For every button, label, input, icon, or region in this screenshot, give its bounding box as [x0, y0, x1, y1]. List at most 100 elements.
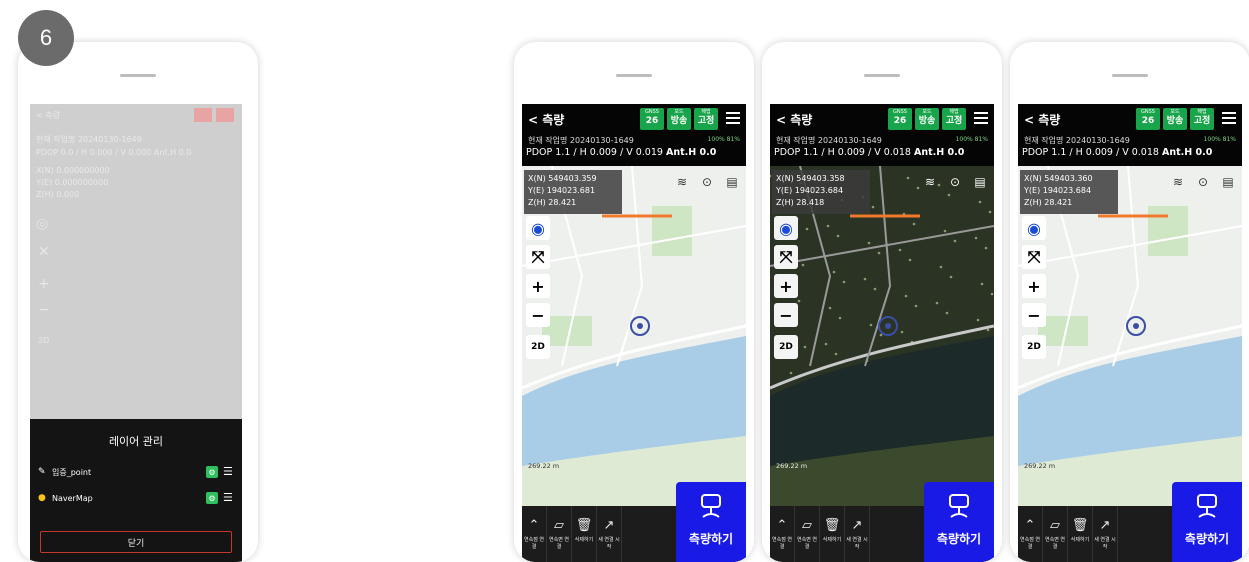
bottom-tool[interactable]: ▱ 연속면 연결 — [1043, 506, 1068, 562]
zoom-in-icon[interactable]: + — [1022, 274, 1046, 298]
bottom-tool[interactable]: ↗ 새 연결 시작 — [845, 506, 870, 562]
search-location-icon[interactable]: ⊙ — [1193, 172, 1213, 192]
top-bar: < 측량 GNSS 26 모드 방송 해법 고정 현재 작업명 20240130-1649… — [1018, 104, 1242, 166]
ghost-chip — [194, 108, 212, 122]
bottom-tool[interactable]: ⌃ 연속점 연결 — [1018, 506, 1043, 562]
expand-icon[interactable]: ⤧ — [774, 245, 798, 269]
status-chip[interactable]: GNSS 26 — [1136, 108, 1160, 130]
back-button[interactable]: < 측량 — [1024, 111, 1060, 128]
status-chip[interactable]: 해법 고정 — [694, 108, 718, 130]
screen: < 측량 GNSS 26 모드 방송 해법 고정 현재 작업명 20240130-1649… — [770, 104, 994, 562]
zoom-out-icon[interactable]: − — [526, 303, 550, 327]
status-chip[interactable]: 해법 고정 — [1190, 108, 1214, 130]
bottom-tool[interactable]: ⌃ 연속점 연결 — [522, 506, 547, 562]
line-tool-icon: 🗑 — [1071, 518, 1089, 533]
back-button[interactable]: < 측량 — [528, 111, 564, 128]
phone-measure-screen: < 측량 GNSS 26 모드 방송 해법 고정 현재 작업명 20240130-1649… — [514, 42, 754, 562]
expand-icon[interactable]: ⤧ — [1022, 245, 1046, 269]
gnss-receiver-icon — [1197, 494, 1217, 518]
status-chip[interactable]: 모드 방송 — [915, 108, 939, 130]
ghost-line: Z(H) 0.000 — [36, 190, 80, 199]
drag-handle-icon[interactable]: ☰ — [223, 492, 234, 503]
layers-icon[interactable]: ≋ — [1168, 172, 1188, 192]
layer-panel-title: 레이어 관리 — [108, 435, 164, 448]
ghost-minus-icon: − — [38, 302, 50, 318]
chip-label: 해법 — [949, 109, 959, 115]
overlay-screen: < 측량 현재 작업명 20240130-1649 PDOP 0.0 / H 0… — [30, 104, 242, 562]
map-area[interactable] — [522, 166, 746, 506]
ghost-expand-icon: ✕ — [38, 244, 50, 260]
grabber — [864, 74, 900, 77]
chip-value: 26 — [1141, 116, 1155, 126]
layers-icon[interactable]: ≋ — [672, 172, 692, 192]
coord-x: X(N) 549403.358 — [776, 174, 845, 183]
layers-icon[interactable]: ≋ — [920, 172, 940, 192]
bottom-tool[interactable]: ▱ 연속면 연결 — [795, 506, 820, 562]
job-name: 현재 작업명 20240130-1649 — [528, 136, 634, 145]
line-tool-icon: ▱ — [554, 518, 564, 533]
gear-icon[interactable]: ⚙ — [206, 492, 218, 504]
zoom-in-icon[interactable]: + — [526, 274, 550, 298]
status-chip[interactable]: 해법 고정 — [942, 108, 966, 130]
measure-label: 측량하기 — [1184, 532, 1230, 546]
measure-button[interactable]: 측량하기 — [924, 482, 994, 562]
layer-panel: 레이어 관리 ✎ 입증_point ⚙ ☰ ● NaverMap ⚙ ☰ 닫기 — [30, 419, 242, 562]
back-button[interactable]: < 측량 — [776, 111, 812, 128]
search-location-icon[interactable]: ⊙ — [945, 172, 965, 192]
bottom-tool[interactable]: 🗑 삭제하기 — [820, 506, 845, 562]
bottom-tool[interactable]: 🗑 삭제하기 — [572, 506, 597, 562]
map-area[interactable] — [1018, 166, 1242, 506]
layer-item[interactable]: ● NaverMap ⚙ ☰ — [38, 489, 234, 507]
view-2d-toggle[interactable]: 2D — [774, 335, 798, 359]
status-chip[interactable]: 모드 방송 — [667, 108, 691, 130]
line-tool-icon: ↗ — [851, 518, 863, 533]
ghost-back: < 측량 — [36, 111, 60, 120]
map-area[interactable] — [770, 166, 994, 506]
hamburger-menu-icon[interactable] — [974, 112, 988, 124]
clipboard-icon[interactable]: ▤ — [722, 172, 742, 192]
hamburger-menu-icon[interactable] — [726, 112, 740, 124]
zoom-out-icon[interactable]: − — [774, 303, 798, 327]
locate-icon[interactable]: ◉ — [1022, 216, 1046, 240]
view-2d-toggle[interactable]: 2D — [1022, 335, 1046, 359]
line-tool-icon: 🗑 — [575, 518, 593, 533]
locate-icon[interactable]: ◉ — [774, 216, 798, 240]
measure-button[interactable]: 측량하기 — [1172, 482, 1242, 562]
chip-value: 고정 — [1193, 116, 1211, 126]
layer-item[interactable]: ✎ 입증_point ⚙ ☰ — [38, 463, 234, 481]
line-tool-icon: 🗑 — [823, 518, 841, 533]
bottom-tool-label: 연속점 연결 — [772, 537, 792, 550]
map-canvas[interactable] — [522, 166, 746, 506]
coord-z: Z(H) 28.421 — [1024, 198, 1073, 207]
clipboard-icon[interactable]: ▤ — [970, 172, 990, 192]
scale-bar: 269.22 m — [776, 462, 808, 470]
gear-icon[interactable]: ⚙ — [206, 466, 218, 478]
expand-icon[interactable]: ⤧ — [526, 245, 550, 269]
drag-handle-icon[interactable]: ☰ — [223, 466, 234, 477]
battery-status: 100% 81% — [707, 136, 740, 143]
bottom-tool[interactable]: ↗ 새 연결 시작 — [597, 506, 622, 562]
hamburger-menu-icon[interactable] — [1222, 112, 1236, 124]
bottom-tool[interactable]: ⌃ 연속점 연결 — [770, 506, 795, 562]
bottom-tool[interactable]: ↗ 새 연결 시작 — [1093, 506, 1118, 562]
zoom-in-icon[interactable]: + — [774, 274, 798, 298]
bottom-tool[interactable]: 🗑 삭제하기 — [1068, 506, 1093, 562]
coord-z: Z(H) 28.418 — [776, 198, 825, 207]
locate-icon[interactable]: ◉ — [526, 216, 550, 240]
measure-button[interactable]: 측량하기 — [676, 482, 746, 562]
status-chip[interactable]: GNSS 26 — [640, 108, 664, 130]
bottom-tool[interactable]: ▱ 연속면 연결 — [547, 506, 572, 562]
zoom-out-icon[interactable]: − — [1022, 303, 1046, 327]
view-2d-toggle[interactable]: 2D — [526, 335, 550, 359]
screen: < 측량 GNSS 26 모드 방송 해법 고정 현재 작업명 20240130-1649… — [1018, 104, 1242, 562]
search-location-icon[interactable]: ⊙ — [697, 172, 717, 192]
map-canvas[interactable] — [1018, 166, 1242, 506]
chip-value: 고정 — [697, 116, 715, 126]
status-chip[interactable]: 모드 방송 — [1163, 108, 1187, 130]
ghost-line: X(N) 0.000000000 — [36, 166, 110, 175]
status-chip[interactable]: GNSS 26 — [888, 108, 912, 130]
clipboard-icon[interactable]: ▤ — [1218, 172, 1238, 192]
close-button[interactable]: 닫기 — [40, 531, 232, 553]
bottom-tool-label: 새 연결 시작 — [1094, 537, 1116, 550]
map-canvas[interactable] — [770, 166, 994, 506]
